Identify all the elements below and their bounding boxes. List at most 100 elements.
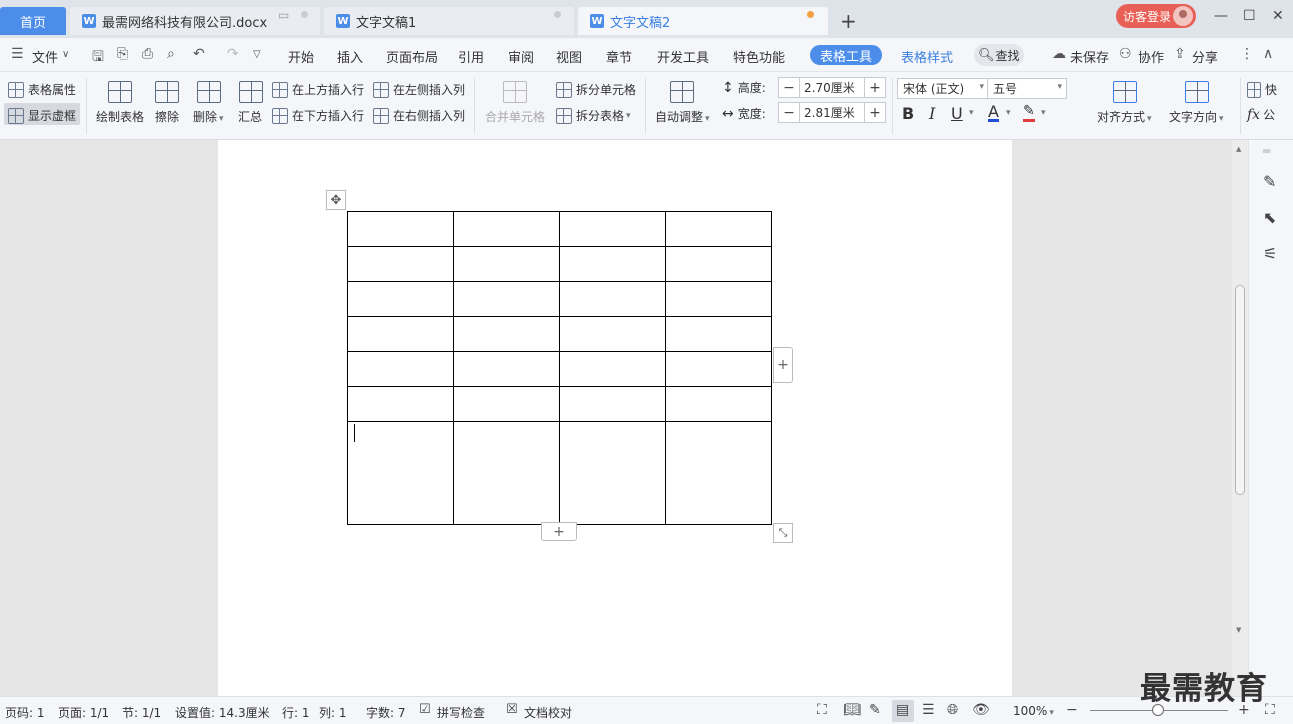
outline-view-icon[interactable]: ☰	[922, 702, 935, 718]
unsaved-dot-icon[interactable]	[807, 11, 814, 18]
table-cell[interactable]	[559, 281, 666, 317]
table-cell[interactable]	[559, 351, 666, 387]
tab-home[interactable]: 首页	[0, 7, 66, 35]
scroll-down-icon[interactable]: ▼	[1236, 626, 1241, 634]
underline-icon[interactable]: U	[951, 104, 963, 123]
setting-value-status[interactable]: 设置值: 14.3厘米	[175, 704, 270, 721]
write-mode-icon[interactable]: ✎	[869, 702, 881, 718]
tab-doc-1[interactable]: W 文字文稿1	[324, 7, 574, 35]
quick-access-dropdown-icon[interactable]: ▽	[253, 49, 261, 60]
insert-col-right-button[interactable]: 在右侧插入列	[373, 107, 465, 124]
table-properties-button[interactable]: 表格属性	[8, 81, 76, 98]
table-cell[interactable]	[665, 351, 772, 387]
font-name-select[interactable]: 宋体 (正文) ▾	[897, 78, 989, 99]
vertical-scrollbar[interactable]: ▲ ▼	[1232, 140, 1248, 696]
tab-table-style[interactable]: 表格样式	[901, 47, 953, 66]
table-move-handle-icon[interactable]: ✥	[326, 190, 346, 210]
table-cell[interactable]	[665, 246, 772, 282]
table-cell[interactable]	[453, 421, 560, 525]
print-icon[interactable]: ⎙	[142, 46, 153, 62]
chevron-down-icon[interactable]: ∨	[62, 49, 69, 60]
zoom-out-icon[interactable]: −	[1066, 702, 1078, 718]
print-preview-icon[interactable]: ⌕	[167, 46, 175, 62]
col-width-value[interactable]: 2.81厘米	[799, 103, 865, 122]
table-cell[interactable]	[347, 351, 454, 387]
add-column-button[interactable]: +	[773, 347, 793, 383]
table-cell[interactable]	[559, 211, 666, 247]
hamburger-icon[interactable]: ☰	[11, 46, 24, 62]
word-count-status[interactable]: 字数: 7	[366, 704, 406, 721]
scrollbar-thumb[interactable]	[1235, 285, 1245, 495]
unsaved-status[interactable]: 未保存	[1070, 47, 1109, 66]
table-resize-handle-icon[interactable]: ⤡	[773, 523, 793, 543]
page-view-icon[interactable]: ▤	[896, 702, 909, 718]
table-cell[interactable]	[559, 386, 666, 422]
cursor-select-icon[interactable]: ⬉	[1263, 208, 1276, 227]
guest-login-button[interactable]: 访客登录	[1116, 4, 1196, 28]
table-cell[interactable]	[453, 316, 560, 352]
table-cell[interactable]	[453, 246, 560, 282]
bold-icon[interactable]: B	[902, 104, 914, 123]
col-status[interactable]: 列: 1	[319, 704, 347, 721]
underline-dropdown-icon[interactable]: ▾	[969, 108, 974, 118]
menu-section[interactable]: 章节	[606, 47, 632, 66]
split-table-button[interactable]: 拆分表格 ▾	[556, 107, 631, 124]
show-gridlines-toggle[interactable]: 显示虚框	[8, 107, 76, 124]
table-cell[interactable]	[453, 351, 560, 387]
table-cell[interactable]	[453, 281, 560, 317]
menu-view[interactable]: 视图	[556, 47, 582, 66]
table-cell[interactable]	[665, 386, 772, 422]
pen-icon[interactable]: ✎	[1263, 172, 1276, 191]
menu-review[interactable]: 审阅	[508, 47, 534, 66]
redo-icon[interactable]: ↷	[227, 46, 239, 62]
tab-close-dot-icon[interactable]	[301, 11, 308, 18]
table-cell[interactable]	[665, 421, 772, 525]
increase-height-button[interactable]: +	[865, 80, 885, 96]
table-cell[interactable]	[665, 211, 772, 247]
scroll-up-icon[interactable]: ▲	[1236, 145, 1241, 153]
highlight-icon[interactable]: ✎	[1023, 104, 1035, 122]
row-height-value[interactable]: 2.70厘米	[799, 78, 865, 97]
menu-special[interactable]: 特色功能	[733, 47, 785, 66]
table-cell[interactable]	[453, 211, 560, 247]
table-cell[interactable]	[559, 316, 666, 352]
decrease-width-button[interactable]: −	[779, 105, 799, 121]
decrease-height-button[interactable]: −	[779, 80, 799, 96]
tab-doc-2[interactable]: W 文字文稿2	[578, 7, 828, 35]
table-cell[interactable]	[453, 386, 560, 422]
page-number-status[interactable]: 页码: 1	[5, 704, 45, 721]
italic-icon[interactable]: I	[929, 104, 935, 123]
eye-protection-icon[interactable]: 👁︎	[972, 702, 990, 718]
insert-row-below-button[interactable]: 在下方插入行	[272, 107, 364, 124]
font-color-icon[interactable]: A	[988, 104, 999, 122]
font-color-dropdown-icon[interactable]: ▾	[1006, 108, 1011, 118]
table-cell[interactable]	[665, 316, 772, 352]
quick-calc-button[interactable]: 快	[1247, 81, 1277, 98]
table-cell[interactable]	[665, 281, 772, 317]
read-mode-icon[interactable]: 📖︎	[843, 702, 861, 718]
menu-developer[interactable]: 开发工具	[657, 47, 709, 66]
zoom-level[interactable]: 100% ▾	[1013, 704, 1054, 718]
cloud-doc-icon[interactable]: ⎘	[117, 46, 128, 62]
share-button[interactable]: 分享	[1192, 47, 1218, 66]
tab-table-tools[interactable]: 表格工具	[810, 45, 883, 65]
table-cell[interactable]	[347, 386, 454, 422]
more-options-icon[interactable]: ⋮	[1240, 46, 1254, 62]
undo-icon[interactable]: ↶	[193, 46, 205, 62]
pages-status[interactable]: 页面: 1/1	[58, 704, 109, 721]
save-icon[interactable]: 🖫	[92, 46, 104, 70]
maximize-icon[interactable]: ☐	[1243, 8, 1256, 24]
split-cells-button[interactable]: 拆分单元格	[556, 81, 636, 98]
spellcheck-button[interactable]: 拼写检查	[437, 704, 485, 721]
menu-insert[interactable]: 插入	[337, 47, 363, 66]
menu-references[interactable]: 引用	[458, 47, 484, 66]
menu-start[interactable]: 开始	[288, 47, 314, 66]
web-view-icon[interactable]: 🌐︎	[947, 702, 958, 718]
row-height-stepper[interactable]: − 2.70厘米 +	[778, 77, 886, 98]
new-tab-button[interactable]: +	[840, 9, 857, 33]
col-width-stepper[interactable]: − 2.81厘米 +	[778, 102, 886, 123]
tab-close-dot-icon[interactable]	[554, 11, 561, 18]
table-cell[interactable]	[347, 316, 454, 352]
section-status[interactable]: 节: 1/1	[122, 704, 161, 721]
increase-width-button[interactable]: +	[865, 105, 885, 121]
